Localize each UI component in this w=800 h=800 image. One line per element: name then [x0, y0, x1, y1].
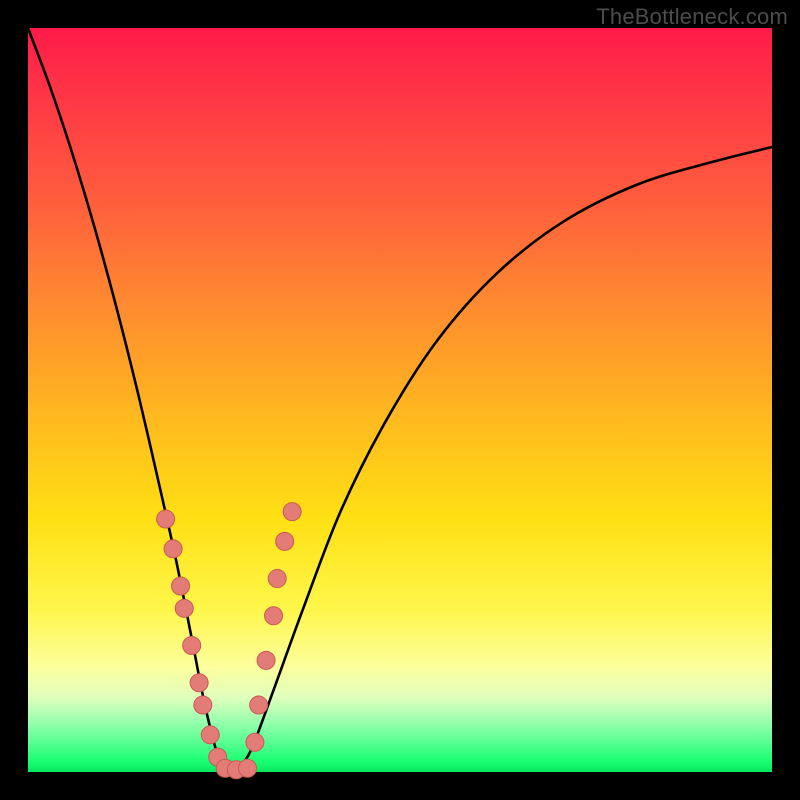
- marker-dot: [250, 696, 268, 714]
- marker-dot: [172, 577, 190, 595]
- marker-dot: [164, 540, 182, 558]
- chart-frame: TheBottleneck.com: [0, 0, 800, 800]
- curve-layer: [28, 28, 772, 772]
- marker-dot: [268, 570, 286, 588]
- marker-dot: [194, 696, 212, 714]
- marker-dot: [183, 637, 201, 655]
- watermark-text: TheBottleneck.com: [596, 4, 788, 30]
- marker-dot: [175, 599, 193, 617]
- left-branch-path: [28, 28, 236, 772]
- marker-dot: [276, 532, 294, 550]
- marker-dot: [265, 607, 283, 625]
- marker-dot: [257, 651, 275, 669]
- bottleneck-curve: [28, 28, 772, 772]
- marker-dot: [190, 674, 208, 692]
- right-branch-path: [236, 147, 772, 772]
- marker-dot: [201, 726, 219, 744]
- marker-dot: [157, 510, 175, 528]
- marker-dot: [246, 733, 264, 751]
- marker-dot: [238, 759, 256, 777]
- marker-dot: [283, 503, 301, 521]
- marker-cluster: [157, 503, 301, 779]
